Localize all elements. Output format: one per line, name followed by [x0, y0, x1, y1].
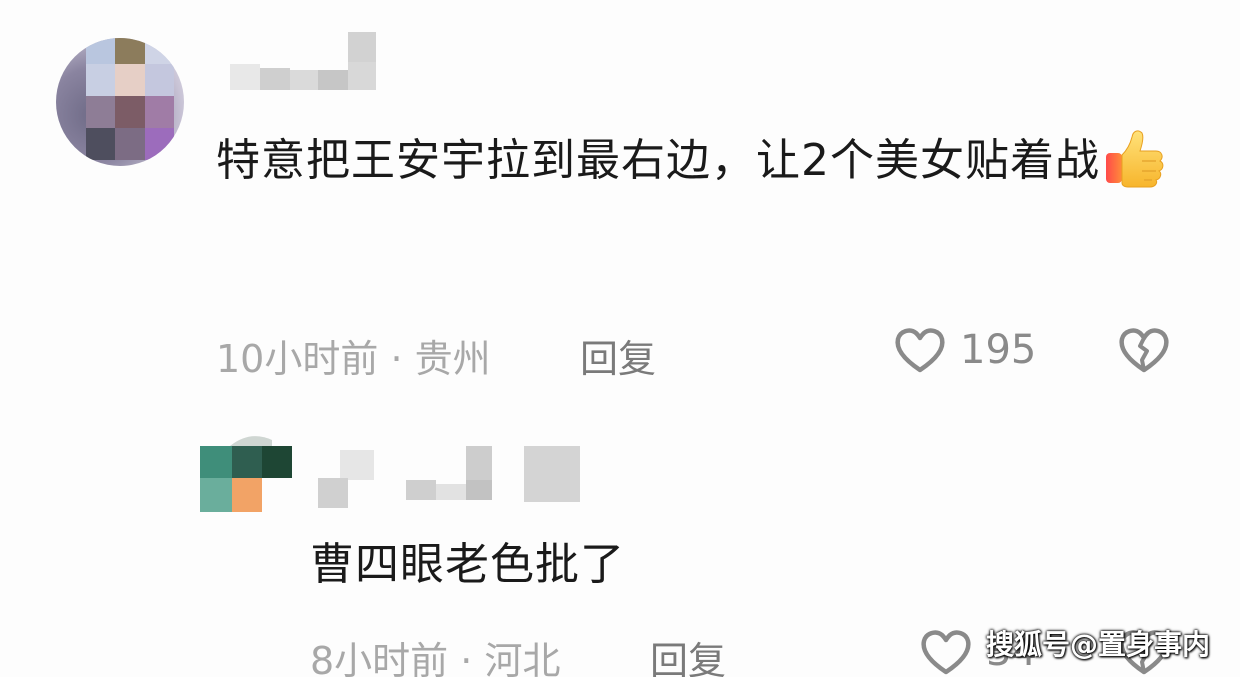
comment-text: 特意把王安宇拉到最右边，让2个美女贴着战 — [216, 118, 1206, 204]
pixel-block — [466, 446, 492, 480]
pixel-block — [524, 446, 580, 502]
mosaic-tile — [115, 38, 145, 64]
pixel-block — [466, 480, 492, 500]
avatar[interactable] — [56, 38, 184, 166]
comment-body: 曹四眼老色批了 — [310, 539, 625, 590]
like-button[interactable]: 195 — [892, 322, 1036, 378]
username-pixelated[interactable] — [228, 30, 378, 92]
avatar-mosaic — [86, 38, 174, 160]
mosaic-tile — [86, 96, 116, 128]
avatar-mosaic — [200, 436, 292, 512]
comment-meta: 8小时前 · 河北 — [310, 630, 560, 677]
mosaic-tile — [115, 96, 145, 128]
comment-time: 8小时前 — [310, 639, 449, 677]
comment-body: 特意把王安宇拉到最右边，让2个美女贴着战 — [216, 135, 1100, 186]
comment-thread: 特意把王安宇拉到最右边，让2个美女贴着战 10小时前 · 贵州 回复 195 曹… — [0, 0, 1240, 677]
comment-time: 10小时前 — [216, 337, 379, 381]
heart-outline-icon — [895, 328, 945, 373]
pixel-block — [318, 70, 348, 90]
pixel-block — [348, 62, 376, 90]
mosaic-tile — [144, 128, 174, 160]
pixel-block — [318, 478, 348, 508]
dislike-button[interactable] — [1116, 322, 1172, 382]
mosaic-tile — [86, 64, 116, 96]
pixel-block — [436, 484, 466, 500]
mosaic-tile — [115, 64, 145, 96]
mosaic-tile — [86, 128, 116, 160]
mosaic-tile — [144, 96, 174, 128]
mosaic-tile — [144, 64, 174, 96]
pixel-block — [340, 450, 374, 480]
like-count: 195 — [960, 327, 1037, 373]
meta-separator: · — [390, 337, 403, 381]
username-pixelated[interactable] — [318, 444, 583, 510]
comment-text: 曹四眼老色批了 — [310, 522, 625, 608]
pixel-block — [290, 70, 318, 90]
mosaic-tile — [86, 38, 116, 64]
mosaic-tile — [115, 128, 145, 160]
pixel-block — [230, 64, 260, 90]
meta-separator: · — [460, 639, 473, 677]
thumbs-up-icon — [1102, 125, 1166, 189]
broken-heart-icon — [1119, 328, 1169, 373]
comment-location: 河北 — [484, 639, 561, 677]
reply-button[interactable]: 回复 — [580, 328, 656, 383]
comment-meta: 10小时前 · 贵州 — [216, 328, 491, 383]
comment-location: 贵州 — [414, 337, 491, 381]
avatar[interactable] — [200, 432, 292, 512]
pixel-block — [348, 32, 376, 62]
heart-outline-icon — [921, 630, 971, 675]
mosaic-tile — [144, 38, 174, 64]
watermark: 搜狐号@置身事内 — [985, 628, 1210, 661]
reply-button[interactable]: 回复 — [650, 630, 726, 677]
pixel-block — [260, 68, 290, 90]
pixel-block — [406, 480, 436, 500]
